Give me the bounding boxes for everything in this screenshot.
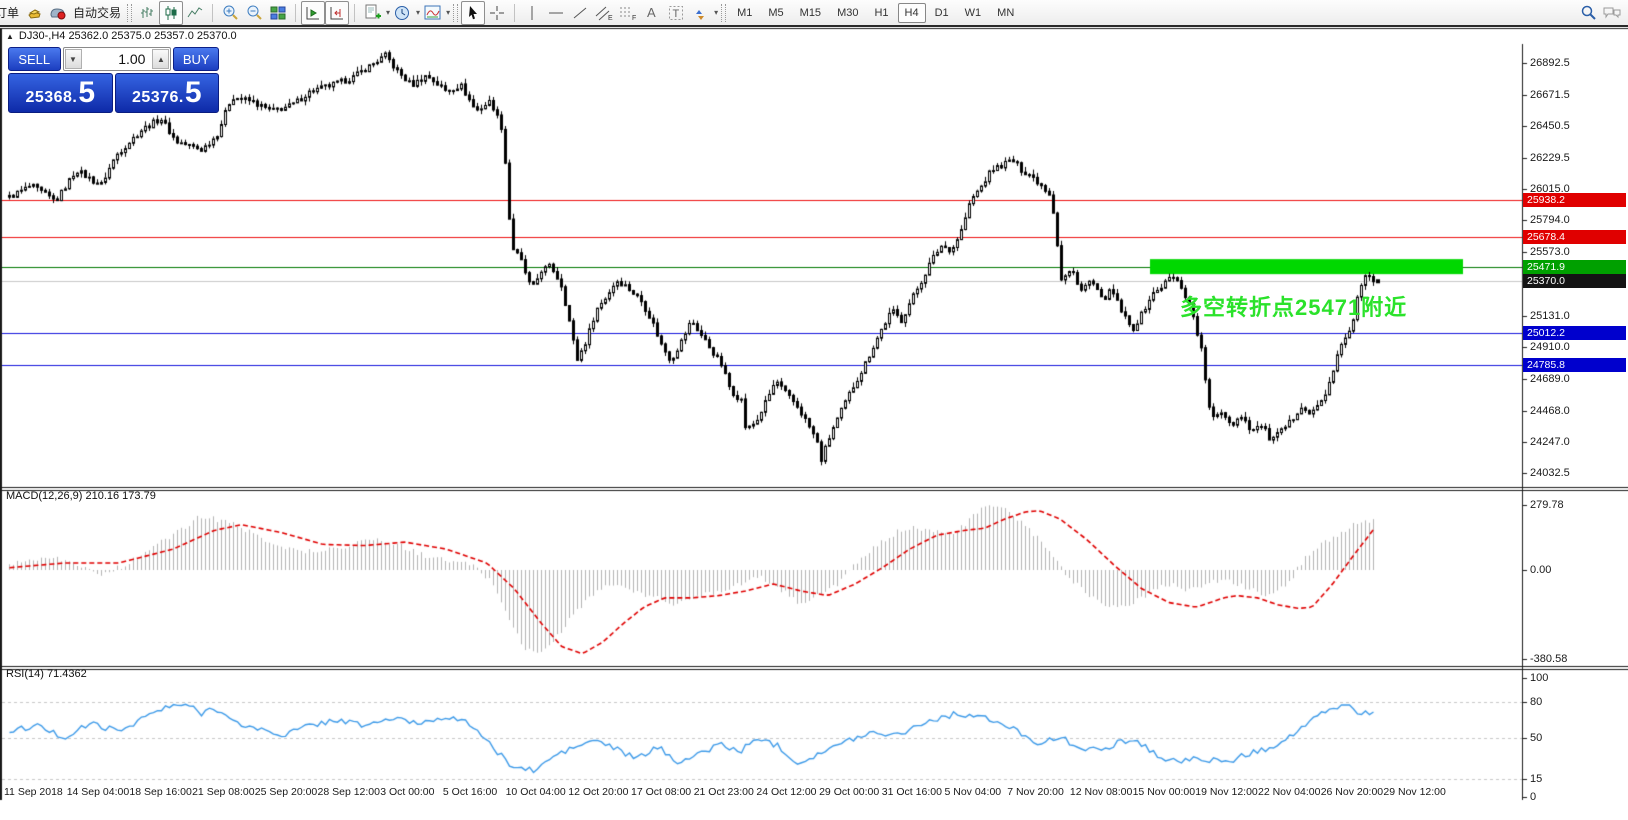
cursor-tool-icon[interactable]: [461, 1, 485, 25]
periods-icon[interactable]: [390, 1, 414, 25]
mt4-application-window: 订单 自动交易: [0, 0, 1628, 820]
candlestick-mode-icon[interactable]: [159, 1, 183, 25]
buy-price-int: 25376.: [132, 89, 184, 107]
rsi-indicator-label: RSI(14) 71.4362: [6, 668, 87, 680]
text-label-tool-icon[interactable]: T: [664, 1, 688, 25]
tile-windows-icon[interactable]: [266, 1, 290, 25]
search-icon[interactable]: [1576, 1, 1600, 25]
line-chart-mode-icon[interactable]: [183, 1, 207, 25]
tab-timeframe-h1[interactable]: H1: [867, 3, 895, 23]
tab-timeframe-h4[interactable]: H4: [898, 3, 926, 23]
horizontal-line-tool-icon[interactable]: [544, 1, 568, 25]
tab-timeframe-m1[interactable]: M1: [730, 3, 759, 23]
buy-price-fraction: 5: [185, 82, 202, 104]
price-chart-canvas[interactable]: [0, 0, 1628, 820]
sell-button[interactable]: SELL: [8, 47, 61, 71]
sell-price-int: 25368.: [25, 89, 77, 107]
zoom-in-icon[interactable]: [218, 1, 242, 25]
svg-text:T: T: [673, 8, 680, 20]
volume-input[interactable]: 1.00: [83, 48, 152, 70]
timeframe-toolbar: M1 M5 M15 M30 H1 H4 D1 W1 MN: [729, 1, 1022, 25]
buy-button[interactable]: BUY: [173, 47, 219, 71]
bar-chart-mode-icon[interactable]: [135, 1, 159, 25]
tab-timeframe-m5[interactable]: M5: [761, 3, 790, 23]
buy-price-button[interactable]: 25376. 5: [115, 73, 220, 113]
svg-text:E: E: [608, 15, 613, 21]
arrows-tool-dropdown[interactable]: ▾: [714, 8, 718, 17]
new-order-icon[interactable]: [22, 1, 46, 25]
tab-timeframe-m30[interactable]: M30: [830, 3, 865, 23]
add-indicator-icon[interactable]: [360, 1, 384, 25]
chart-annotation-text: 多空转折点25471附近: [1180, 290, 1407, 322]
template-dropdown[interactable]: ▾: [446, 8, 450, 17]
tab-timeframe-w1[interactable]: W1: [958, 3, 989, 23]
fibonacci-tool-icon[interactable]: F: [616, 1, 640, 25]
volume-control: ▼ 1.00 ▲: [63, 47, 172, 71]
vertical-line-tool-icon[interactable]: [520, 1, 544, 25]
tab-timeframe-d1[interactable]: D1: [928, 3, 956, 23]
main-toolbar: 订单 自动交易: [0, 0, 1628, 27]
tab-timeframe-m15[interactable]: M15: [793, 3, 828, 23]
svg-text:F: F: [632, 15, 636, 21]
sell-price-button[interactable]: 25368. 5: [8, 73, 113, 113]
sell-price-fraction: 5: [78, 82, 95, 104]
template-icon[interactable]: [420, 1, 444, 25]
volume-increase-button[interactable]: ▲: [152, 49, 169, 69]
auto-scroll-icon[interactable]: [301, 1, 325, 25]
zoom-out-icon[interactable]: [242, 1, 266, 25]
new-order-button[interactable]: 订单: [0, 4, 19, 21]
chart-shift-icon[interactable]: [325, 1, 349, 25]
one-click-trading-panel: SELL ▼ 1.00 ▲ BUY 25368. 5 25376. 5: [8, 47, 219, 113]
chat-icon[interactable]: [1600, 1, 1624, 25]
arrows-tool-icon[interactable]: [688, 1, 712, 25]
collapse-panel-icon[interactable]: ▲: [6, 32, 14, 41]
text-tool-icon[interactable]: A: [640, 1, 664, 25]
equidistant-channel-tool-icon[interactable]: E: [592, 1, 616, 25]
symbol-title: DJ30-,H4 25362.0 25375.0 25357.0 25370.0: [19, 30, 237, 42]
volume-decrease-button[interactable]: ▼: [65, 49, 82, 69]
autotrading-button[interactable]: 自动交易: [73, 4, 121, 21]
macd-indicator-label: MACD(12,26,9) 210.16 173.79: [6, 490, 156, 502]
crosshair-tool-icon[interactable]: [485, 1, 509, 25]
chart-title-row: ▲ DJ30-,H4 25362.0 25375.0 25357.0 25370…: [6, 30, 237, 42]
svg-text:A: A: [647, 5, 656, 20]
tab-timeframe-mn[interactable]: MN: [990, 3, 1021, 23]
autotrading-icon[interactable]: [46, 1, 70, 25]
trendline-tool-icon[interactable]: [568, 1, 592, 25]
